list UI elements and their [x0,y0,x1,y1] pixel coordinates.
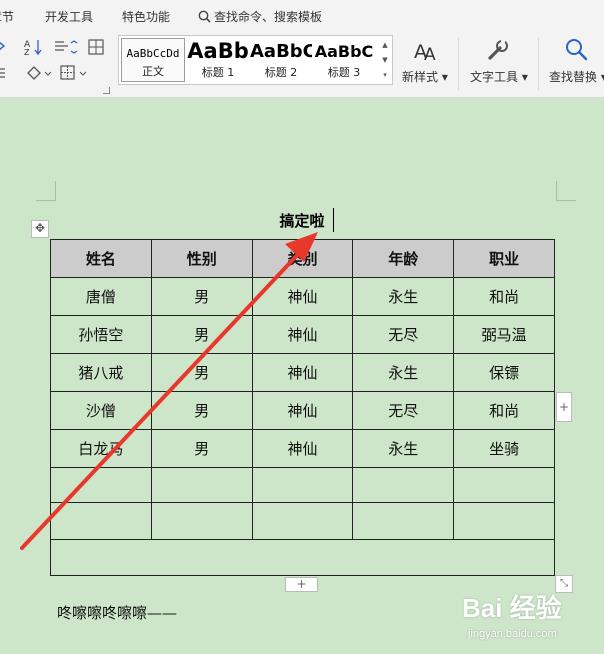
baidu-logo: Bai 经验 [462,593,562,623]
annotation-arrow [20,232,318,550]
watermark-url: jingyan.baidu.com [468,628,557,640]
baidu-watermark: Bai 经验 jingyan.baidu.com [462,586,602,652]
